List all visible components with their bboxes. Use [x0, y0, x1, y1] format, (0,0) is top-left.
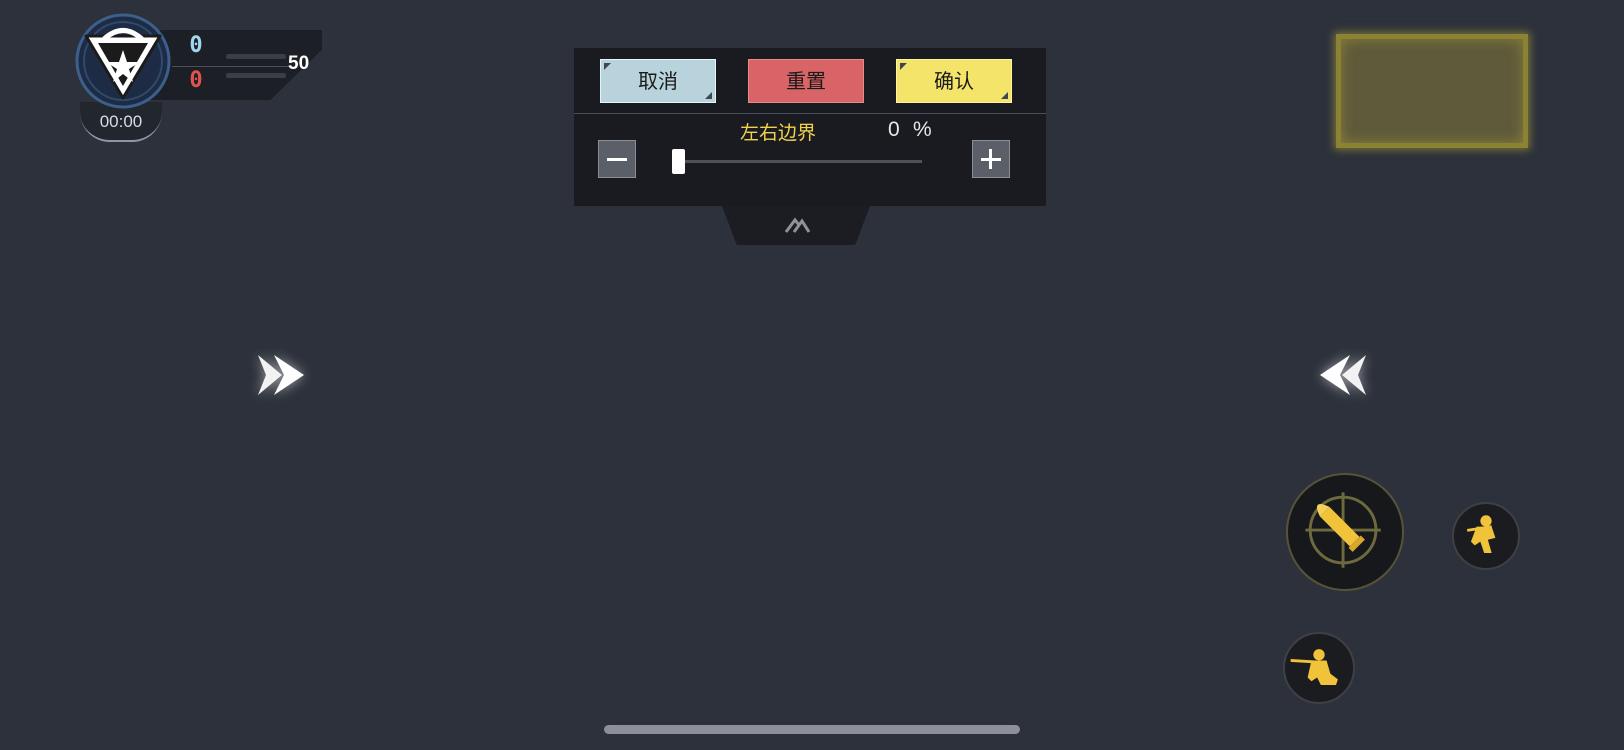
match-timer: 00:00: [99, 112, 143, 131]
double-chevron-right-icon[interactable]: [252, 345, 312, 405]
home-indicator[interactable]: [604, 725, 1020, 734]
fire-button[interactable]: [1286, 473, 1404, 591]
confirm-button-label: 确认: [934, 69, 974, 93]
score-divider: [172, 66, 290, 67]
double-chevron-left-icon[interactable]: [1312, 345, 1372, 405]
plus-icon: [989, 149, 992, 169]
boundary-slider-thumb[interactable]: [672, 149, 685, 174]
slider-label: 左右边界: [740, 122, 817, 144]
confirm-button[interactable]: 确认: [896, 59, 1012, 103]
decrease-button[interactable]: [598, 140, 636, 178]
blue-progress-bar: [226, 54, 286, 59]
bullet-crosshair-icon: [1305, 492, 1381, 568]
faction-emblem-icon: [75, 13, 171, 109]
minus-icon: [607, 158, 627, 161]
button-corner-decoration: [900, 63, 907, 70]
button-corner-decoration: [604, 63, 611, 70]
prone-button[interactable]: [1283, 632, 1355, 704]
cancel-button-label: 取消: [638, 69, 678, 93]
game-hud-layout-editor: 0 0 50 00:00 取消 重置 确认 左右边界 0 %: [0, 0, 1624, 750]
red-team-score: 0: [189, 68, 203, 93]
slider-value: 0: [888, 118, 900, 141]
prone-soldier-icon: [1290, 649, 1338, 685]
target-score: 50: [288, 53, 310, 74]
increase-button[interactable]: [972, 140, 1010, 178]
button-corner-decoration: [705, 92, 712, 99]
blue-team-score: 0: [189, 33, 203, 58]
crouch-soldier-icon: [1466, 515, 1496, 553]
boundary-slider-track[interactable]: [672, 160, 922, 163]
reset-button-label: 重置: [786, 69, 826, 93]
button-corner-decoration: [1001, 92, 1008, 99]
double-chevron-up-icon: [784, 217, 810, 233]
red-progress-bar: [226, 73, 286, 78]
crouch-button[interactable]: [1452, 502, 1520, 570]
cancel-button[interactable]: 取消: [600, 59, 716, 103]
slider-unit: %: [913, 118, 932, 141]
reset-button[interactable]: 重置: [748, 59, 864, 103]
minimap-placeholder[interactable]: [1336, 34, 1528, 148]
panel-divider: [574, 113, 1046, 114]
